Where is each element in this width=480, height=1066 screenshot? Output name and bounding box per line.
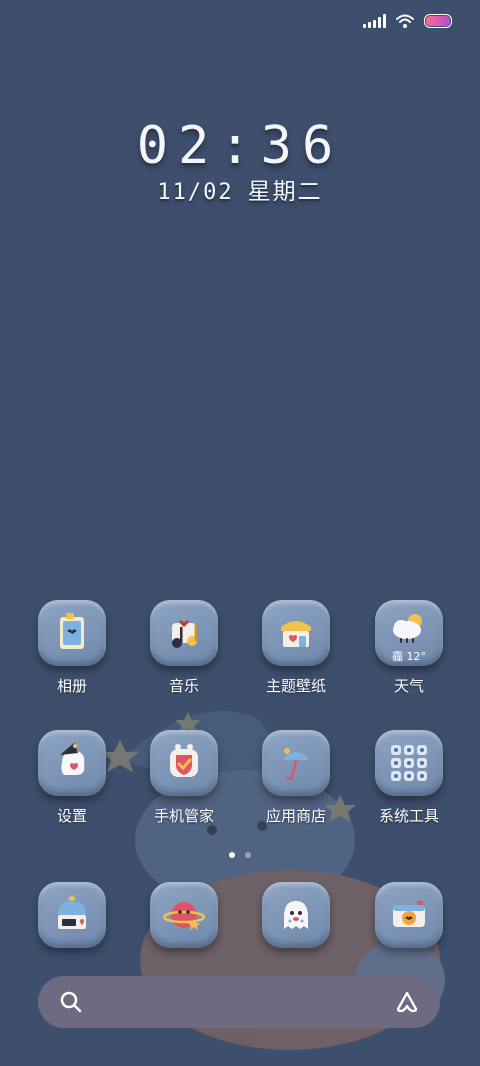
folder-system-tools[interactable]: 系统工具 bbox=[361, 730, 457, 826]
weather-cloud-icon bbox=[393, 614, 422, 643]
weather-temperature: 霾 12° bbox=[392, 650, 426, 663]
app-store[interactable]: 应用商店 bbox=[248, 730, 344, 826]
app-label: 手机管家 bbox=[153, 807, 214, 825]
search-bar[interactable] bbox=[38, 976, 440, 1028]
app-label: 设置 bbox=[56, 807, 87, 825]
settings-ghost-icon bbox=[60, 743, 85, 775]
page-indicator[interactable] bbox=[0, 852, 480, 858]
search-icon[interactable] bbox=[58, 989, 84, 1015]
page-dot[interactable] bbox=[245, 852, 251, 858]
app-label: 天气 bbox=[393, 677, 424, 695]
dock-browser[interactable] bbox=[136, 882, 232, 948]
app-security[interactable]: 手机管家 bbox=[136, 730, 232, 826]
app-label: 应用商店 bbox=[265, 807, 326, 825]
app-weather[interactable]: 霾 12° 天气 bbox=[361, 600, 457, 696]
camera-icon bbox=[393, 901, 425, 927]
app-music[interactable]: 音乐 bbox=[136, 600, 232, 696]
app-label: 系统工具 bbox=[378, 807, 439, 825]
wifi-icon bbox=[396, 14, 414, 28]
cellular-signal-icon bbox=[363, 14, 386, 28]
assistant-icon[interactable] bbox=[394, 989, 420, 1015]
date-text: 11/02 bbox=[157, 180, 234, 205]
app-themes[interactable]: 主题壁纸 bbox=[248, 600, 344, 696]
messages-ghost-icon bbox=[284, 901, 308, 929]
app-label: 音乐 bbox=[168, 677, 199, 695]
folder-icon bbox=[391, 745, 427, 781]
clock-date[interactable]: 11/02 星期二 bbox=[0, 172, 480, 206]
phone-house-icon bbox=[58, 895, 86, 929]
umbrella-icon bbox=[282, 748, 310, 781]
clock-time[interactable]: 02:36 bbox=[0, 116, 480, 176]
battery-icon bbox=[424, 14, 452, 28]
weekday-text: 星期二 bbox=[247, 179, 323, 205]
app-label: 主题壁纸 bbox=[265, 677, 326, 695]
security-shield-icon bbox=[170, 744, 198, 777]
dock-phone[interactable] bbox=[24, 882, 120, 948]
dock-camera[interactable] bbox=[361, 882, 457, 948]
app-settings[interactable]: 设置 bbox=[24, 730, 120, 826]
status-bar bbox=[363, 14, 452, 28]
photo-album-icon bbox=[60, 613, 84, 649]
page-dot-active[interactable] bbox=[229, 852, 235, 858]
app-label: 相册 bbox=[56, 677, 87, 695]
browser-planet-icon bbox=[162, 902, 206, 930]
theme-shop-icon bbox=[281, 621, 311, 647]
app-album[interactable]: 相册 bbox=[24, 600, 120, 696]
music-note-icon bbox=[172, 619, 197, 648]
dock-messages[interactable] bbox=[248, 882, 344, 948]
